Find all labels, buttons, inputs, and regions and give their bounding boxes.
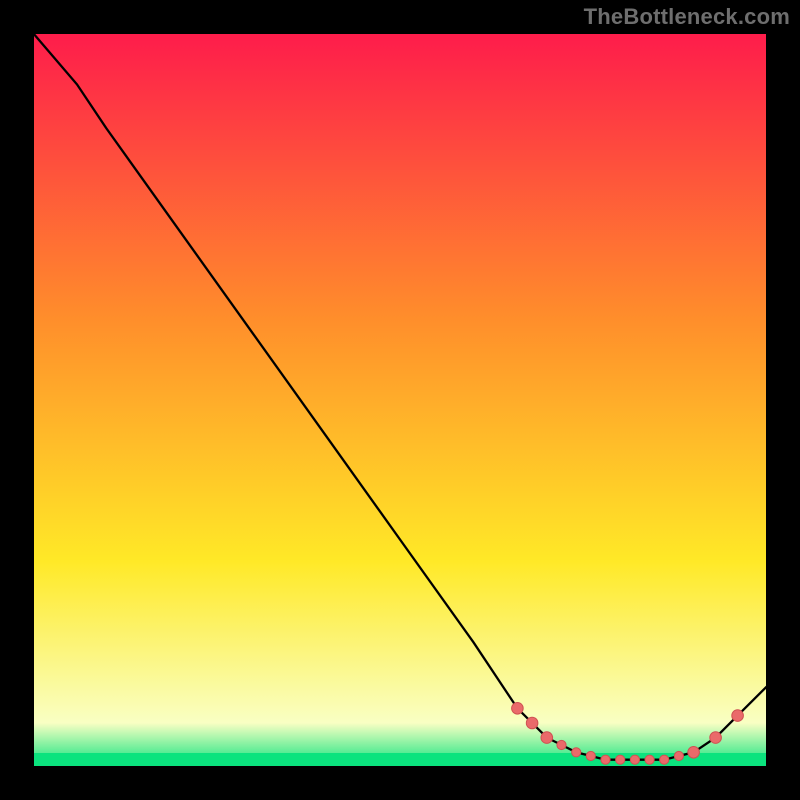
marker-point [512, 703, 524, 715]
marker-point [630, 755, 639, 764]
marker-point [732, 710, 744, 722]
watermark-text: TheBottleneck.com [584, 4, 790, 30]
chart-stage: TheBottleneck.com [0, 0, 800, 800]
marker-point [541, 732, 553, 744]
marker-point [645, 755, 654, 764]
marker-point [526, 717, 538, 729]
marker-point [557, 740, 566, 749]
marker-point [710, 732, 722, 744]
marker-point [616, 755, 625, 764]
marker-point [660, 755, 669, 764]
marker-point [601, 755, 610, 764]
plot-gradient-background [33, 33, 767, 767]
marker-point [688, 747, 700, 759]
marker-point [674, 751, 683, 760]
chart-svg [0, 0, 800, 800]
marker-point [586, 751, 595, 760]
marker-point [572, 748, 581, 757]
